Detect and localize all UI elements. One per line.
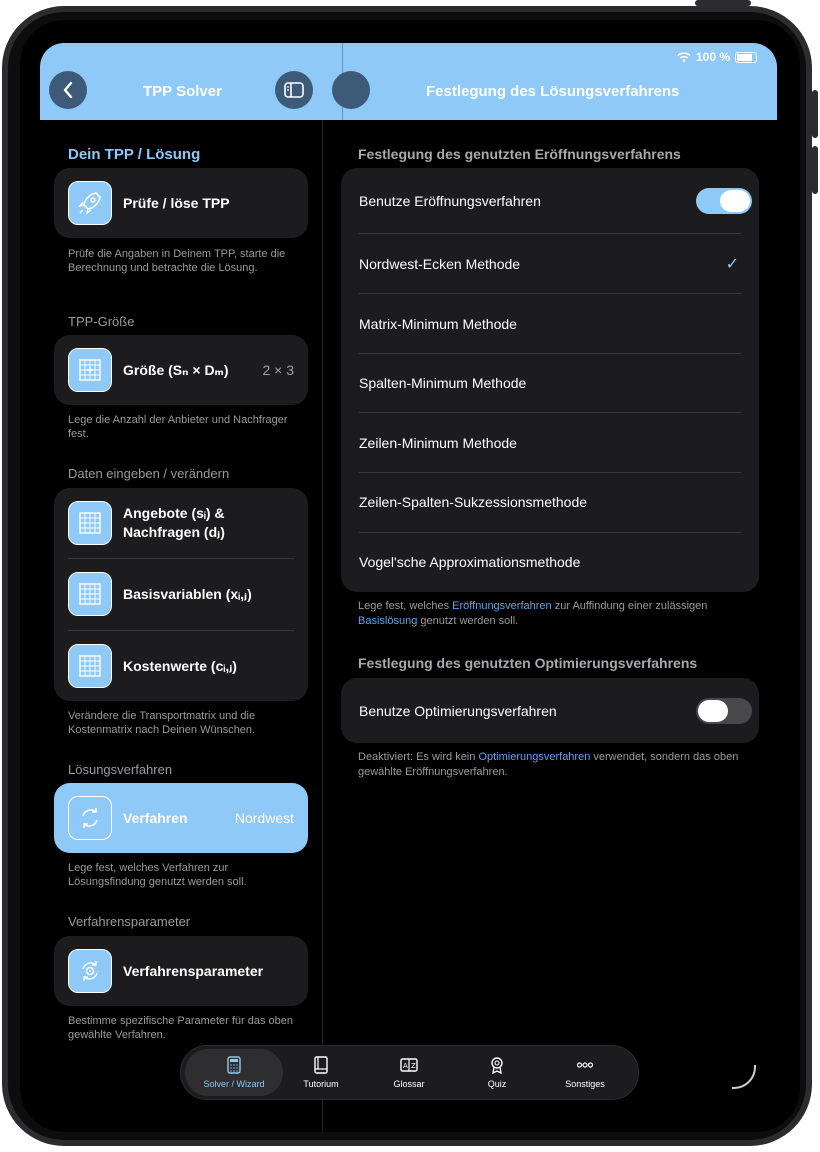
- volume-down-button: [812, 146, 818, 194]
- more-icon: [576, 1062, 594, 1068]
- tab-label: Quiz: [487, 1079, 507, 1089]
- medal-icon: [491, 1057, 503, 1074]
- svg-text:Z: Z: [411, 1062, 416, 1070]
- tab-bar: Solver / Wizard Tutorium AZ Glossar Quiz…: [180, 1045, 639, 1100]
- tab-sonstiges[interactable]: Sonstiges: [540, 1046, 630, 1099]
- tab-label: Solver / Wizard: [203, 1079, 265, 1089]
- tab-glossar[interactable]: AZ Glossar: [364, 1046, 454, 1099]
- tab-tutorium[interactable]: Tutorium: [276, 1046, 366, 1099]
- calculator-icon: [227, 1056, 241, 1074]
- volume-up-button: [812, 90, 818, 138]
- dictionary-icon: AZ: [400, 1058, 418, 1072]
- tab-quiz[interactable]: Quiz: [452, 1046, 542, 1099]
- tab-solver-wizard[interactable]: Solver / Wizard: [185, 1049, 283, 1096]
- tab-label: Glossar: [393, 1079, 425, 1089]
- tabbar-layer: Solver / Wizard Tutorium AZ Glossar Quiz…: [20, 20, 800, 1132]
- tab-label: Tutorium: [303, 1079, 339, 1089]
- corner-indicator: [732, 1065, 756, 1089]
- ipad-device: TPP Solver Festlegung des Lösungsverfahr…: [0, 0, 820, 1152]
- svg-text:A: A: [403, 1062, 408, 1070]
- tab-label: Sonstiges: [565, 1079, 605, 1089]
- book-icon: [314, 1056, 328, 1074]
- screen: TPP Solver Festlegung des Lösungsverfahr…: [20, 20, 800, 1132]
